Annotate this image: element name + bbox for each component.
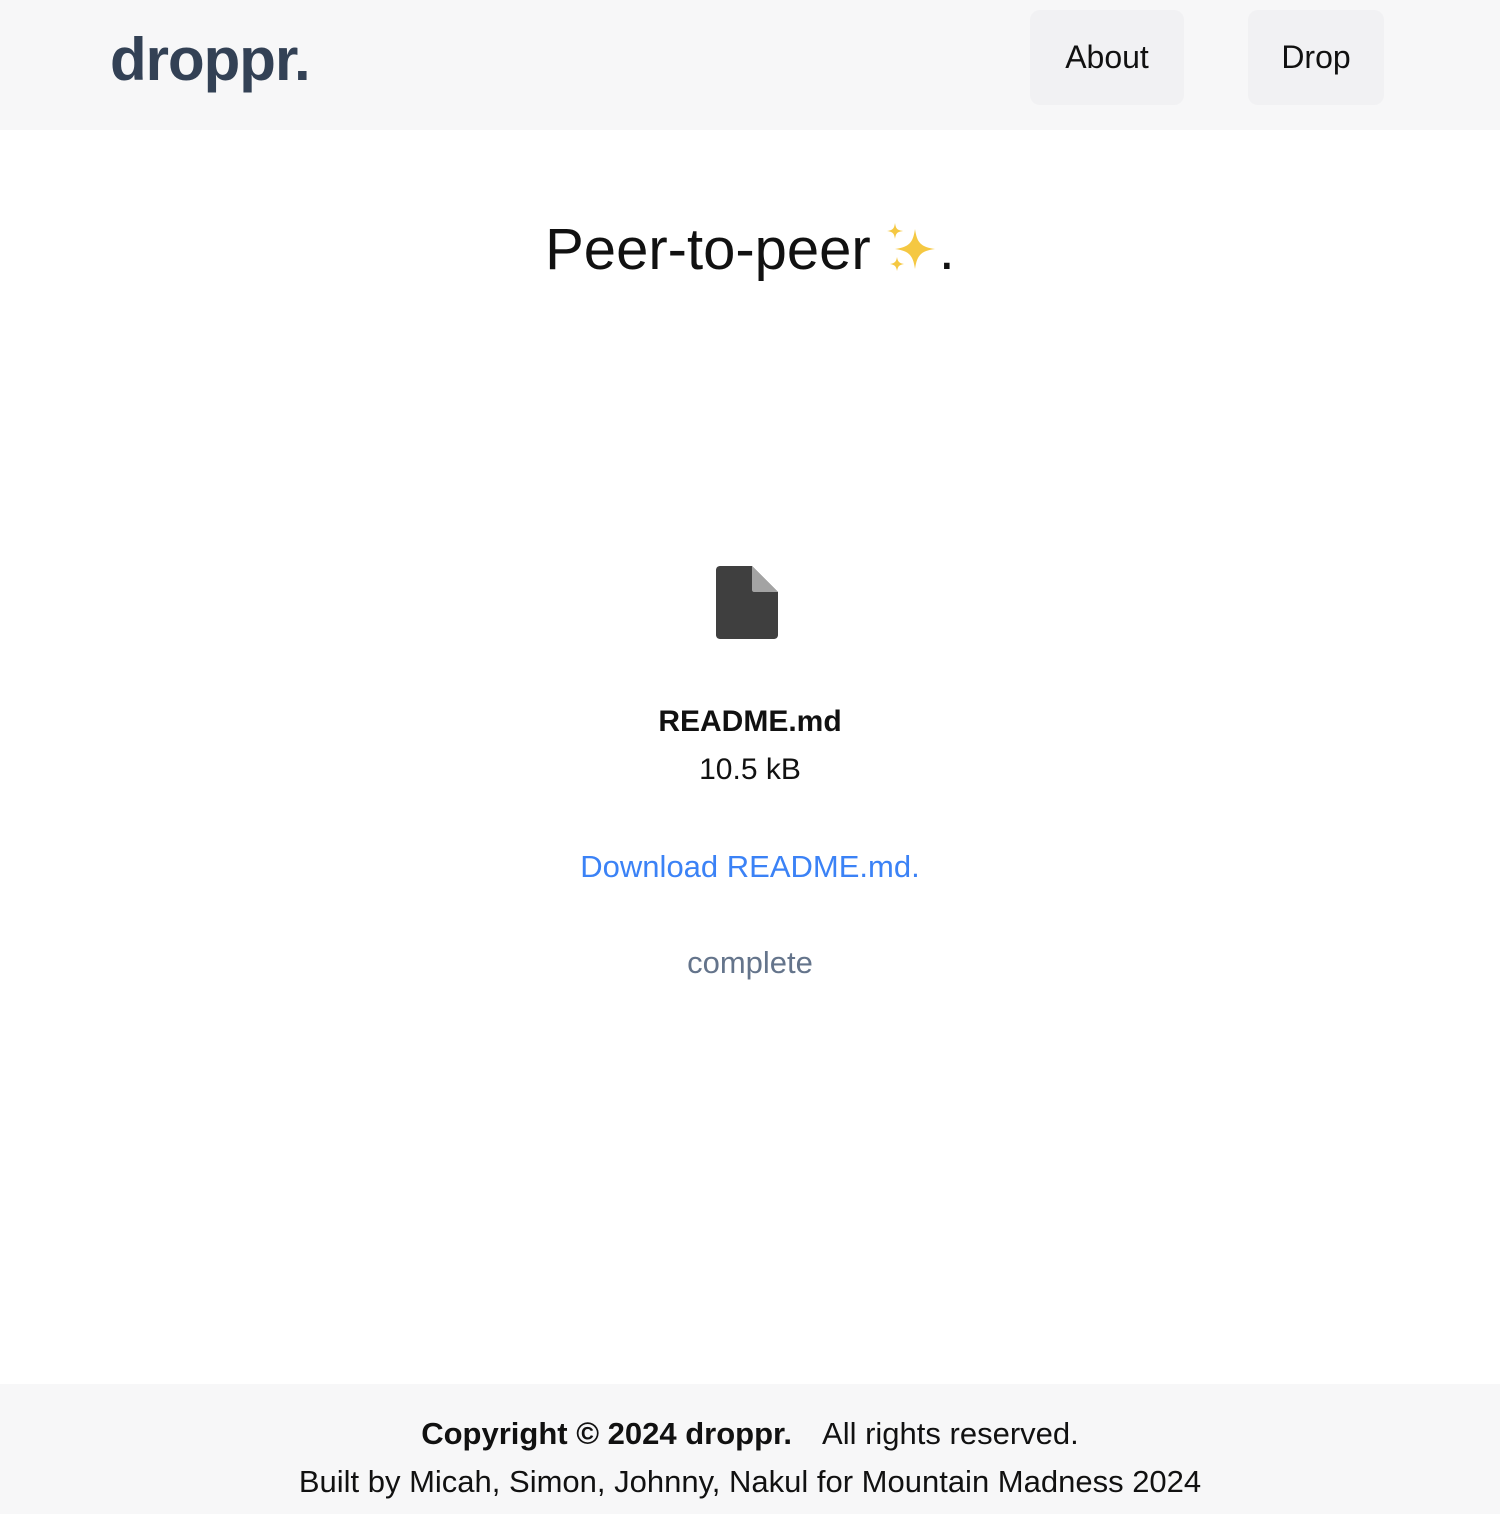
footer-credits: Built by Micah, Simon, Johnny, Nakul for…	[298, 1464, 1202, 1499]
file-icon	[716, 566, 778, 639]
footer-rights: All rights reserved.	[822, 1416, 1079, 1451]
footer: Copyright © 2024 droppr. All rights reser…	[0, 1384, 1500, 1514]
file-size: 10.5 kB	[699, 753, 801, 786]
heading-text: Peer-to-peer	[545, 217, 871, 282]
nav-about-button[interactable]: About	[1030, 10, 1184, 105]
nav-drop-button[interactable]: Drop	[1248, 10, 1384, 105]
download-link[interactable]: Download README.md.	[580, 849, 919, 884]
heading-period: .	[938, 217, 955, 282]
transfer-status: complete	[687, 945, 813, 980]
sparkles-icon	[886, 223, 935, 271]
top-navbar: droppr. About Drop	[0, 0, 1500, 130]
file-name: README.md	[658, 705, 842, 738]
page: droppr. About Drop Peer-to-peer . README…	[0, 0, 1500, 1514]
footer-copyright: Copyright © 2024 droppr.	[421, 1416, 793, 1451]
download-link-row: Download README.md.	[0, 846, 1500, 888]
footer-copyright-line: Copyright © 2024 droppr. All rights reser…	[0, 1414, 1500, 1454]
logo[interactable]: droppr.	[110, 24, 311, 96]
page-heading: Peer-to-peer .	[0, 212, 1500, 288]
